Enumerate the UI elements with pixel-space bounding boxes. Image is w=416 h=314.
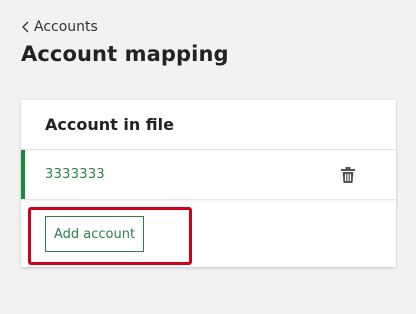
account-mapping-panel: Account in file 3333333 Add account bbox=[21, 100, 396, 267]
panel-header: Account in file bbox=[21, 100, 396, 150]
account-row[interactable]: 3333333 bbox=[21, 150, 396, 200]
add-account-button[interactable]: Add account bbox=[45, 216, 145, 252]
add-account-area: Add account bbox=[21, 200, 396, 266]
chevron-left-icon bbox=[22, 21, 29, 33]
back-link-accounts[interactable]: Accounts bbox=[21, 19, 98, 35]
trash-icon[interactable] bbox=[341, 167, 355, 183]
page-title: Account mapping bbox=[21, 42, 229, 66]
selected-accent-bar bbox=[21, 150, 25, 199]
account-value: 3333333 bbox=[45, 167, 105, 182]
back-link-label: Accounts bbox=[34, 19, 98, 35]
